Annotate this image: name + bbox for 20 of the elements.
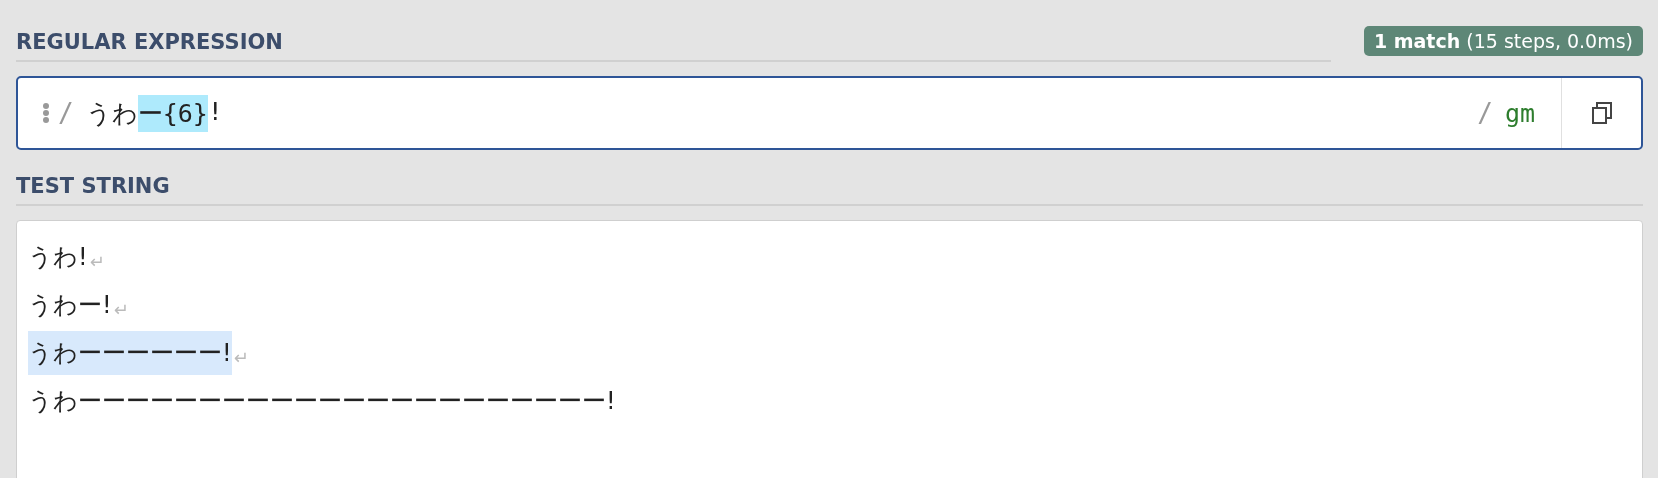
regex-token: !: [207, 95, 223, 128]
newline-mark: ↵: [233, 346, 249, 368]
regex-delimiter: /: [58, 98, 74, 128]
test-string-field[interactable]: うわ!↵ うわー!↵ うわーーーーーー!↵ うわーーーーーーーーーーーーーーーーーーーーーー!: [16, 220, 1643, 478]
regex-flags[interactable]: gm: [1504, 98, 1535, 128]
regex-field[interactable]: / うわー{6}! / gm: [16, 76, 1643, 150]
regex-delimiter: /: [1477, 98, 1493, 128]
regex-token: うわ: [85, 97, 138, 130]
drag-handle-icon[interactable]: [42, 102, 50, 124]
newline-mark: ↵: [113, 298, 129, 320]
section-title: TEST STRING: [16, 174, 170, 198]
test-line: うわー!: [28, 290, 112, 321]
test-line: うわ!: [28, 242, 88, 273]
match-badge: 1 match (15 steps, 0.0ms): [1363, 26, 1643, 56]
newline-mark: ↵: [89, 250, 105, 272]
test-line: うわーーーーーーーーーーーーーーーーーーーーーー!: [28, 386, 616, 417]
section-title: REGULAR EXPRESSION: [16, 30, 283, 54]
regex-token: ー{6}: [137, 94, 208, 132]
copy-button[interactable]: [1561, 78, 1641, 148]
copy-icon: [1589, 101, 1614, 125]
